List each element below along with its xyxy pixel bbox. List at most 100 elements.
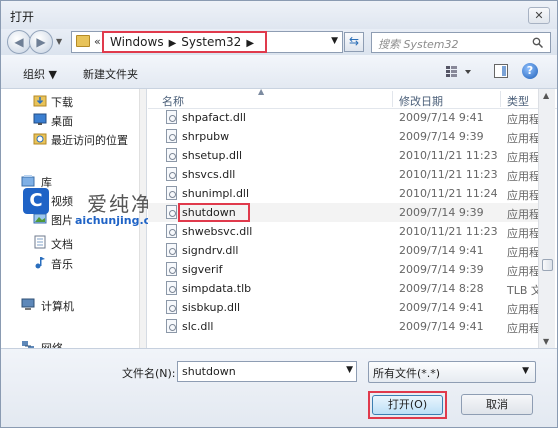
file-date: 2009/7/14 9:39 [399,263,484,276]
scroll-up-icon[interactable]: ▲ [543,91,549,100]
chevron-down-icon[interactable]: ▼ [522,366,529,376]
file-row[interactable]: shrpubw 2009/7/14 9:39 应用程 [148,127,540,146]
column-header: ▲ 名称 修改日期 类型 [148,89,557,109]
file-row[interactable]: shwebsvc.dll 2010/11/21 11:23 应用程 [148,222,540,241]
file-icon [166,243,177,257]
bottom-panel: 文件名(N): shutdown ▼ 所有文件(*.*) ▼ 打开(O) 取消 [1,348,557,427]
search-input[interactable]: 搜索 System32 [371,32,551,53]
file-type: 应用程 [507,132,540,145]
filename-input[interactable]: shutdown ▼ [177,361,357,382]
breadcrumb-windows[interactable]: Windows [110,35,164,49]
cancel-button[interactable]: 取消 [461,394,533,415]
file-name: shsetup.dll [182,149,243,162]
file-list-scrollbar[interactable]: ▲ ▼ [538,89,555,348]
organize-button[interactable]: 组织 ▼ [23,66,57,82]
open-button[interactable]: 打开(O) [372,395,443,415]
scrollbar-thumb[interactable] [542,259,553,271]
nav-label: 文档 [51,238,73,251]
filename-label: 文件名(N): [122,367,176,380]
network-icon [22,341,34,348]
nav-label: 桌面 [51,115,73,128]
file-row[interactable]: shsetup.dll 2010/11/21 11:23 应用程 [148,146,540,165]
file-date: 2009/7/14 9:41 [399,320,484,333]
new-folder-button[interactable]: 新建文件夹 [83,66,138,82]
window-title: 打开 [10,10,35,24]
file-icon [166,205,177,219]
refresh-button[interactable]: ⇆ [344,32,364,52]
file-row[interactable]: simpdata.tlb 2009/7/14 8:28 TLB 文 [148,279,542,298]
file-list: ▲ 名称 修改日期 类型 shpafact.dll 2009/7/14 9:41… [148,89,557,348]
file-row[interactable]: sigverif 2009/7/14 9:39 应用程 [148,260,540,279]
file-type: 应用程 [507,208,540,221]
nav-label: 下载 [51,96,73,109]
file-date: 2009/7/14 9:41 [399,244,484,257]
chevron-down-icon[interactable]: ▼ [346,365,353,375]
file-date: 2009/7/14 9:39 [399,130,484,143]
file-type: 应用程 [507,322,540,335]
column-separator[interactable] [500,91,501,107]
close-button[interactable]: ✕ [528,7,550,24]
preview-pane-icon[interactable] [494,64,508,78]
filetype-select[interactable]: 所有文件(*.*) ▼ [368,361,536,383]
help-icon[interactable]: ? [522,63,538,79]
column-separator[interactable] [392,91,393,107]
open-button-highlight: 打开(O) [368,391,447,419]
sort-caret-icon: ▲ [258,89,265,96]
file-name: sigverif [182,263,223,276]
file-date: 2010/11/21 11:23 [399,149,498,162]
file-type: 应用程 [507,227,540,240]
file-date: 2009/7/14 9:39 [399,206,484,219]
file-row[interactable]: shpafact.dll 2009/7/14 9:41 应用程 [148,108,540,127]
nav-item-downloads[interactable]: 下载 [1,91,146,110]
file-name: shunimpl.dll [182,187,250,200]
nav-item-network[interactable]: 网络 [1,337,146,348]
column-name-header[interactable]: 名称 [162,93,184,109]
file-icon [166,110,177,124]
column-date-header[interactable]: 修改日期 [399,93,443,109]
file-type: 应用程 [507,113,540,126]
view-options-icon[interactable] [445,65,475,79]
file-row-shutdown[interactable]: shutdown 2009/7/14 9:39 应用程 [148,203,540,222]
file-row[interactable]: slc.dll 2009/7/14 9:41 应用程 [148,317,540,336]
file-name: sisbkup.dll [182,301,241,314]
filename-value: shutdown [182,365,236,378]
file-row[interactable]: signdrv.dll 2009/7/14 9:41 应用程 [148,241,540,260]
breadcrumb: Windows ▶ System32 ▶ [102,31,268,53]
file-date: 2009/7/14 9:41 [399,111,484,124]
address-input[interactable]: « Windows ▶ System32 ▶ ▼ [71,31,343,53]
open-file-dialog: 打开 ✕ ◀ ▶ ▼ « Windows ▶ System32 ▶ ▼ ⇆ 搜索 Sy… [0,0,558,428]
column-type-header[interactable]: 类型 [507,93,529,109]
nav-label: 音乐 [51,258,73,271]
chevron-right-icon[interactable]: ▶ [169,38,177,49]
history-dropdown-icon[interactable]: ▼ [56,37,62,46]
file-date: 2009/7/14 8:28 [399,282,484,295]
file-icon [166,186,177,200]
watermark-logo: C [23,188,49,214]
file-name: shwebsvc.dll [182,225,253,238]
scroll-down-icon[interactable]: ▼ [543,337,549,346]
chevron-right-icon[interactable]: ▶ [246,38,254,49]
file-name: shsvcs.dll [182,168,236,181]
file-row[interactable]: shsvcs.dll 2010/11/21 11:23 应用程 [148,165,540,184]
nav-item-desktop[interactable]: 桌面 [1,110,146,129]
overflow-chevron-icon[interactable]: « [94,35,101,48]
nav-item-music[interactable]: 音乐 [1,253,146,272]
nav-item-computer[interactable]: 计算机 [1,295,146,314]
file-name: slc.dll [182,320,214,333]
file-type: 应用程 [507,303,540,316]
file-icon [166,224,177,238]
nav-item-documents[interactable]: 文档 [1,233,146,252]
file-type: TLB 文 [507,284,542,297]
file-row[interactable]: shunimpl.dll 2010/11/21 11:24 应用程 [148,184,540,203]
command-bar: 组织 ▼ 新建文件夹 ? [1,55,557,89]
file-icon [166,148,177,162]
file-name: signdrv.dll [182,244,239,257]
nav-label: 网络 [41,340,63,348]
back-button[interactable]: ◀ [7,30,31,54]
file-row[interactable]: sisbkup.dll 2009/7/14 9:41 应用程 [148,298,540,317]
chevron-down-icon[interactable]: ▼ [331,36,338,46]
breadcrumb-system32[interactable]: System32 [181,35,241,49]
nav-item-recent-places[interactable]: 最近访问的位置 [1,129,146,148]
forward-button[interactable]: ▶ [29,30,53,54]
file-type: 应用程 [507,265,540,278]
